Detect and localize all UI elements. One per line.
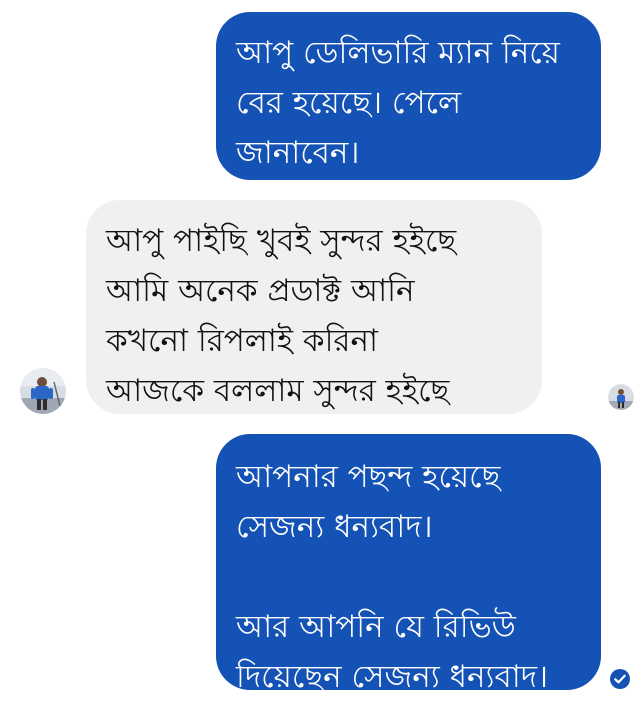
message-text: আপনার পছন্দ হয়েছে সেজন্য ধন্যবাদ। আর আপ… bbox=[236, 459, 549, 695]
seen-avatar-image bbox=[608, 384, 634, 410]
seen-avatar bbox=[608, 384, 634, 410]
message-text: আপু পাইছি খুবই সুন্দর হইছে আমি অনেক প্রড… bbox=[106, 223, 457, 409]
contact-avatar[interactable] bbox=[20, 368, 66, 414]
contact-avatar-image bbox=[20, 368, 66, 414]
check-circle-icon bbox=[610, 669, 630, 689]
outgoing-message-bubble[interactable]: আপু ডেলিভারি ম্যান নিয়ে বের হয়েছে। পেল… bbox=[216, 12, 601, 180]
message-text: আপু ডেলিভারি ম্যান নিয়ে বের হয়েছে। পেল… bbox=[236, 35, 560, 171]
incoming-message-bubble[interactable]: আপু পাইছি খুবই সুন্দর হইছে আমি অনেক প্রড… bbox=[86, 200, 542, 414]
outgoing-message-bubble[interactable]: আপনার পছন্দ হয়েছে সেজন্য ধন্যবাদ। আর আপ… bbox=[216, 434, 601, 695]
